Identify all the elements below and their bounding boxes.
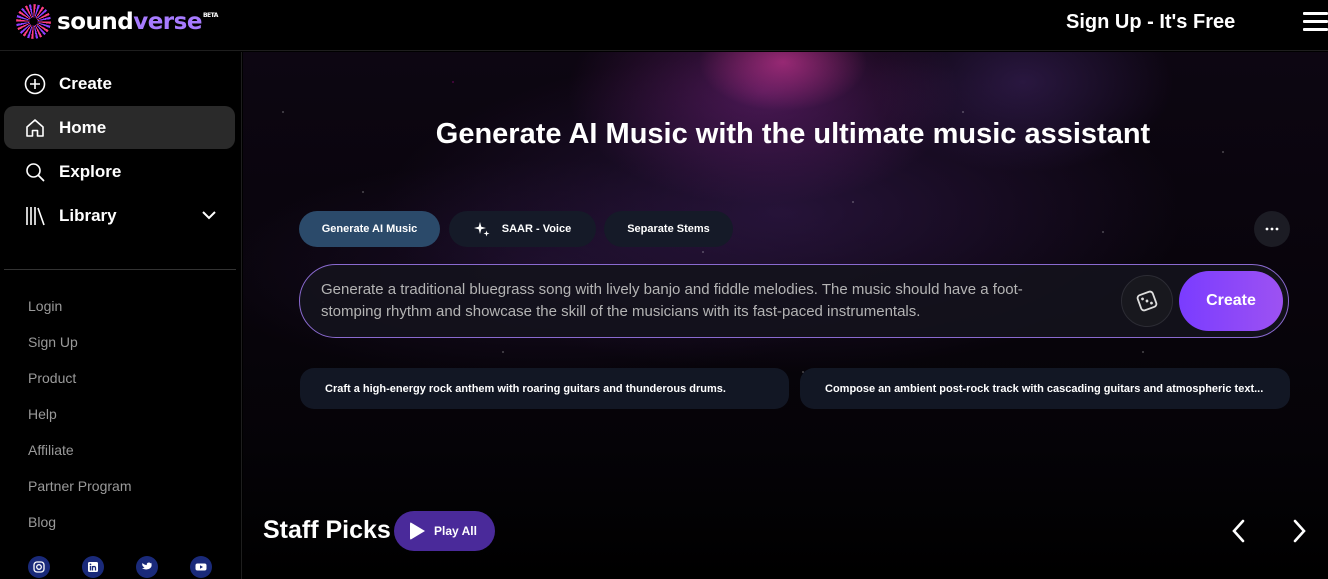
play-icon (410, 522, 425, 540)
signup-header-button[interactable]: Sign Up - It's Free (1066, 11, 1235, 34)
sidebar: Create Home Explore Library Login Sign U… (0, 52, 242, 579)
top-bar: soundverseBETA Sign Up - It's Free (0, 0, 1328, 51)
sidebar-item-label: Create (59, 73, 112, 93)
chevron-left-icon[interactable] (1228, 518, 1250, 544)
sidebar-item-label: Library (59, 205, 117, 225)
twitter-icon[interactable] (136, 556, 158, 578)
sidebar-divider (4, 269, 236, 270)
sidebar-item-create[interactable]: Create (4, 62, 235, 105)
home-icon (24, 117, 46, 139)
main-content: Generate AI Music with the ultimate musi… (243, 52, 1328, 579)
brand-logo[interactable]: soundverseBETA (16, 4, 218, 39)
tab-separate-stems[interactable]: Separate Stems (604, 211, 733, 247)
tab-generate-ai-music[interactable]: Generate AI Music (299, 211, 440, 247)
footer-link-partner-program[interactable]: Partner Program (28, 478, 131, 494)
youtube-icon[interactable] (190, 556, 212, 578)
more-options-button[interactable] (1254, 211, 1290, 247)
sidebar-item-label: Home (59, 117, 107, 137)
play-all-button[interactable]: Play All (394, 511, 495, 551)
sidebar-item-explore[interactable]: Explore (4, 150, 235, 193)
footer-link-product[interactable]: Product (28, 370, 76, 386)
suggestion-chip[interactable]: Craft a high-energy rock anthem with roa… (300, 368, 789, 409)
soundverse-logo-icon (16, 4, 51, 39)
more-horizontal-icon (1265, 227, 1279, 231)
sidebar-item-label: Explore (59, 161, 122, 181)
plus-circle-icon (24, 73, 46, 95)
sidebar-item-home[interactable]: Home (4, 106, 235, 149)
footer-link-blog[interactable]: Blog (28, 514, 56, 530)
footer-link-signup[interactable]: Sign Up (28, 334, 78, 350)
staff-picks-title: Staff Picks (263, 516, 391, 544)
hero-headline: Generate AI Music with the ultimate musi… (435, 118, 1151, 150)
suggestion-chip[interactable]: Compose an ambient post-rock track with … (800, 368, 1290, 409)
beta-badge: BETA (202, 11, 218, 19)
linkedin-icon[interactable] (82, 556, 104, 578)
create-button[interactable]: Create (1179, 271, 1283, 331)
tab-saar-voice[interactable]: SAAR - Voice (449, 211, 596, 247)
instagram-icon[interactable] (28, 556, 50, 578)
chevron-down-icon[interactable] (201, 207, 217, 228)
sparkle-icon (473, 221, 490, 237)
brand-name: soundverseBETA (57, 8, 218, 35)
random-prompt-button[interactable] (1121, 275, 1173, 327)
dice-icon (1135, 289, 1159, 313)
footer-link-help[interactable]: Help (28, 406, 57, 422)
library-icon (24, 205, 46, 227)
sidebar-item-library[interactable]: Library (4, 194, 235, 237)
footer-link-affiliate[interactable]: Affiliate (28, 442, 74, 458)
hamburger-menu-icon[interactable] (1303, 12, 1328, 34)
chevron-right-icon[interactable] (1288, 518, 1310, 544)
footer-link-login[interactable]: Login (28, 298, 62, 314)
prompt-input-box[interactable]: Generate a traditional bluegrass song wi… (299, 264, 1289, 338)
prompt-text[interactable]: Generate a traditional bluegrass song wi… (321, 279, 1081, 323)
search-icon (24, 161, 46, 183)
